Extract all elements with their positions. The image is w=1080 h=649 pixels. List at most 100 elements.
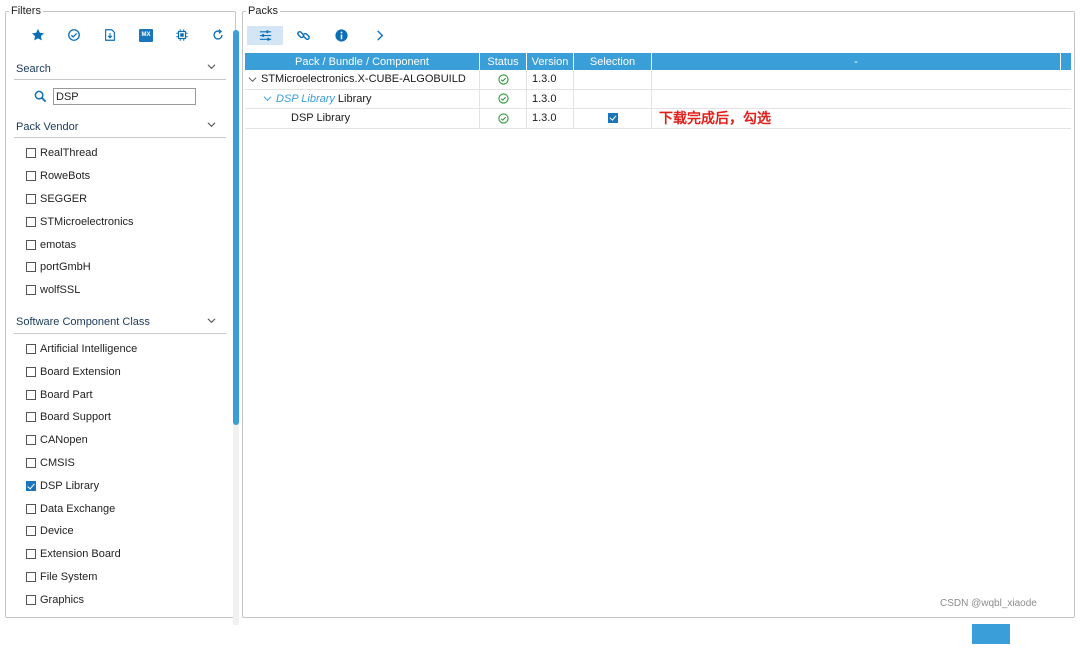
component-cell: STMicroelectronics.X-CUBE-ALGOBUILD bbox=[245, 70, 480, 89]
checkbox-item[interactable]: emotas bbox=[26, 233, 226, 256]
checkbox-item[interactable]: wolfSSL bbox=[26, 279, 226, 302]
check-circle-icon[interactable] bbox=[56, 26, 92, 44]
checkbox[interactable] bbox=[26, 343, 36, 354]
checkbox[interactable] bbox=[26, 412, 36, 423]
annotation-text: 下载完成后，勾选 bbox=[659, 111, 771, 128]
chevron-down-icon bbox=[207, 317, 216, 323]
pack-vendor-list: RealThread RoweBots SEGGER STMicroelectroni… bbox=[14, 138, 226, 312]
checkbox[interactable] bbox=[26, 571, 36, 582]
checkbox[interactable] bbox=[26, 193, 36, 204]
packs-toolbar bbox=[247, 26, 399, 45]
link-icon[interactable] bbox=[285, 26, 321, 45]
extra-cell: 下载完成后，勾选 bbox=[652, 109, 1061, 128]
extra-cell bbox=[652, 70, 1061, 89]
checkbox[interactable] bbox=[26, 216, 36, 227]
checkbox-item[interactable]: RoweBots bbox=[26, 165, 226, 188]
checkbox-label: CANopen bbox=[40, 434, 88, 447]
checkbox-label: DSP Library bbox=[40, 479, 100, 492]
component-name: DSP Library bbox=[291, 112, 351, 125]
checkbox-item[interactable]: RealThread bbox=[26, 142, 226, 165]
status-cell bbox=[480, 70, 527, 89]
version-cell: 1.3.0 bbox=[527, 89, 574, 108]
status-cell bbox=[480, 109, 527, 128]
checkbox[interactable] bbox=[26, 389, 36, 400]
checkbox[interactable] bbox=[26, 480, 36, 491]
checkbox-label: Artificial Intelligence bbox=[40, 342, 138, 355]
checkbox-item[interactable]: portGmbH bbox=[26, 256, 226, 279]
checkbox-item[interactable]: CMSIS bbox=[26, 452, 226, 475]
checkbox-label: Graphics bbox=[40, 593, 85, 606]
checkbox[interactable] bbox=[26, 503, 36, 514]
ok-button[interactable] bbox=[972, 624, 1010, 644]
checkbox-item[interactable]: File System bbox=[26, 566, 226, 589]
component-name: STMicroelectronics.X-CUBE-ALGOBUILD bbox=[261, 73, 466, 86]
checkbox[interactable] bbox=[26, 457, 36, 468]
checkbox-item[interactable]: Data Exchange bbox=[26, 497, 226, 520]
column-component[interactable]: Pack / Bundle / Component bbox=[245, 53, 480, 70]
column-version[interactable]: Version bbox=[527, 53, 574, 70]
selection-cell bbox=[574, 89, 652, 108]
bundle-suffix: Library bbox=[337, 92, 372, 105]
checkbox[interactable] bbox=[26, 262, 36, 273]
filters-panel: Filters MX Search P bbox=[5, 4, 239, 625]
checkbox-label: emotas bbox=[40, 238, 77, 251]
pack-vendor-section-header[interactable]: Pack Vendor bbox=[14, 116, 226, 138]
download-icon[interactable] bbox=[92, 26, 128, 44]
sliders-icon[interactable] bbox=[247, 26, 283, 45]
checkbox[interactable] bbox=[26, 594, 36, 605]
component-class-section-header[interactable]: Software Component Class bbox=[14, 312, 226, 334]
scrollbar-thumb[interactable] bbox=[233, 30, 239, 425]
checkbox[interactable] bbox=[26, 285, 36, 296]
column-selection[interactable]: Selection bbox=[574, 53, 652, 70]
table-row[interactable]: STMicroelectronics.X-CUBE-ALGOBUILD 1.3.… bbox=[245, 70, 1071, 90]
column-extra[interactable]: - bbox=[652, 53, 1061, 70]
checkbox-item[interactable]: SEGGER bbox=[26, 188, 226, 211]
star-icon[interactable] bbox=[20, 26, 56, 44]
checkbox-label: RealThread bbox=[40, 147, 98, 160]
checkbox[interactable] bbox=[26, 171, 36, 182]
checkbox[interactable] bbox=[26, 549, 36, 560]
checkbox-label: Board Part bbox=[40, 388, 93, 401]
checkbox-item[interactable]: Device bbox=[26, 520, 226, 543]
component-cell: DSP Library bbox=[245, 109, 480, 128]
pack-vendor-title: Pack Vendor bbox=[16, 120, 79, 133]
checkbox[interactable] bbox=[26, 239, 36, 250]
filters-scrollbar[interactable] bbox=[233, 30, 239, 625]
column-status[interactable]: Status bbox=[480, 53, 527, 70]
selection-cell bbox=[574, 109, 652, 128]
checkbox-item[interactable]: Board Support bbox=[26, 406, 226, 429]
chevron-down-icon[interactable] bbox=[263, 94, 272, 103]
checkbox-item[interactable]: Extension Board bbox=[26, 543, 226, 566]
mx-icon[interactable]: MX bbox=[128, 26, 164, 44]
packs-grid: Pack / Bundle / Component Status Version… bbox=[245, 53, 1071, 129]
checkbox-item[interactable]: DSP Library bbox=[26, 474, 226, 497]
search-input[interactable] bbox=[53, 88, 196, 105]
grid-header: Pack / Bundle / Component Status Version… bbox=[245, 53, 1071, 70]
chip-icon[interactable] bbox=[164, 26, 200, 44]
checkbox[interactable] bbox=[26, 435, 36, 446]
chevron-down-icon[interactable] bbox=[248, 75, 257, 84]
checkbox-label: Board Support bbox=[40, 411, 111, 424]
checkbox-label: SEGGER bbox=[40, 192, 88, 205]
bundle-link[interactable]: DSP Library bbox=[276, 93, 335, 105]
check-circle-icon bbox=[497, 74, 509, 85]
checkbox-item[interactable]: Board Extension bbox=[26, 360, 226, 383]
checkbox[interactable] bbox=[26, 526, 36, 537]
refresh-icon[interactable] bbox=[200, 26, 236, 44]
checkbox-item[interactable]: CANopen bbox=[26, 429, 226, 452]
info-icon[interactable] bbox=[323, 26, 359, 45]
checkbox[interactable] bbox=[26, 148, 36, 159]
search-section-header[interactable]: Search bbox=[14, 58, 226, 80]
checkbox-item[interactable]: Board Part bbox=[26, 383, 226, 406]
filters-title: Filters bbox=[9, 4, 43, 18]
selection-checkbox[interactable] bbox=[607, 113, 618, 124]
chevron-down-icon bbox=[207, 122, 216, 128]
checkbox-label: File System bbox=[40, 570, 98, 583]
table-row[interactable]: DSP Library Library 1.3.0 bbox=[245, 89, 1071, 109]
checkbox-item[interactable]: Artificial Intelligence bbox=[26, 338, 226, 361]
checkbox-item[interactable]: STMicroelectronics bbox=[26, 210, 226, 233]
table-row[interactable]: DSP Library 1.3.0 下载完成后，勾选 bbox=[245, 109, 1071, 129]
checkbox-item[interactable]: Graphics bbox=[26, 588, 226, 611]
chevron-right-icon[interactable] bbox=[361, 26, 397, 45]
checkbox[interactable] bbox=[26, 366, 36, 377]
